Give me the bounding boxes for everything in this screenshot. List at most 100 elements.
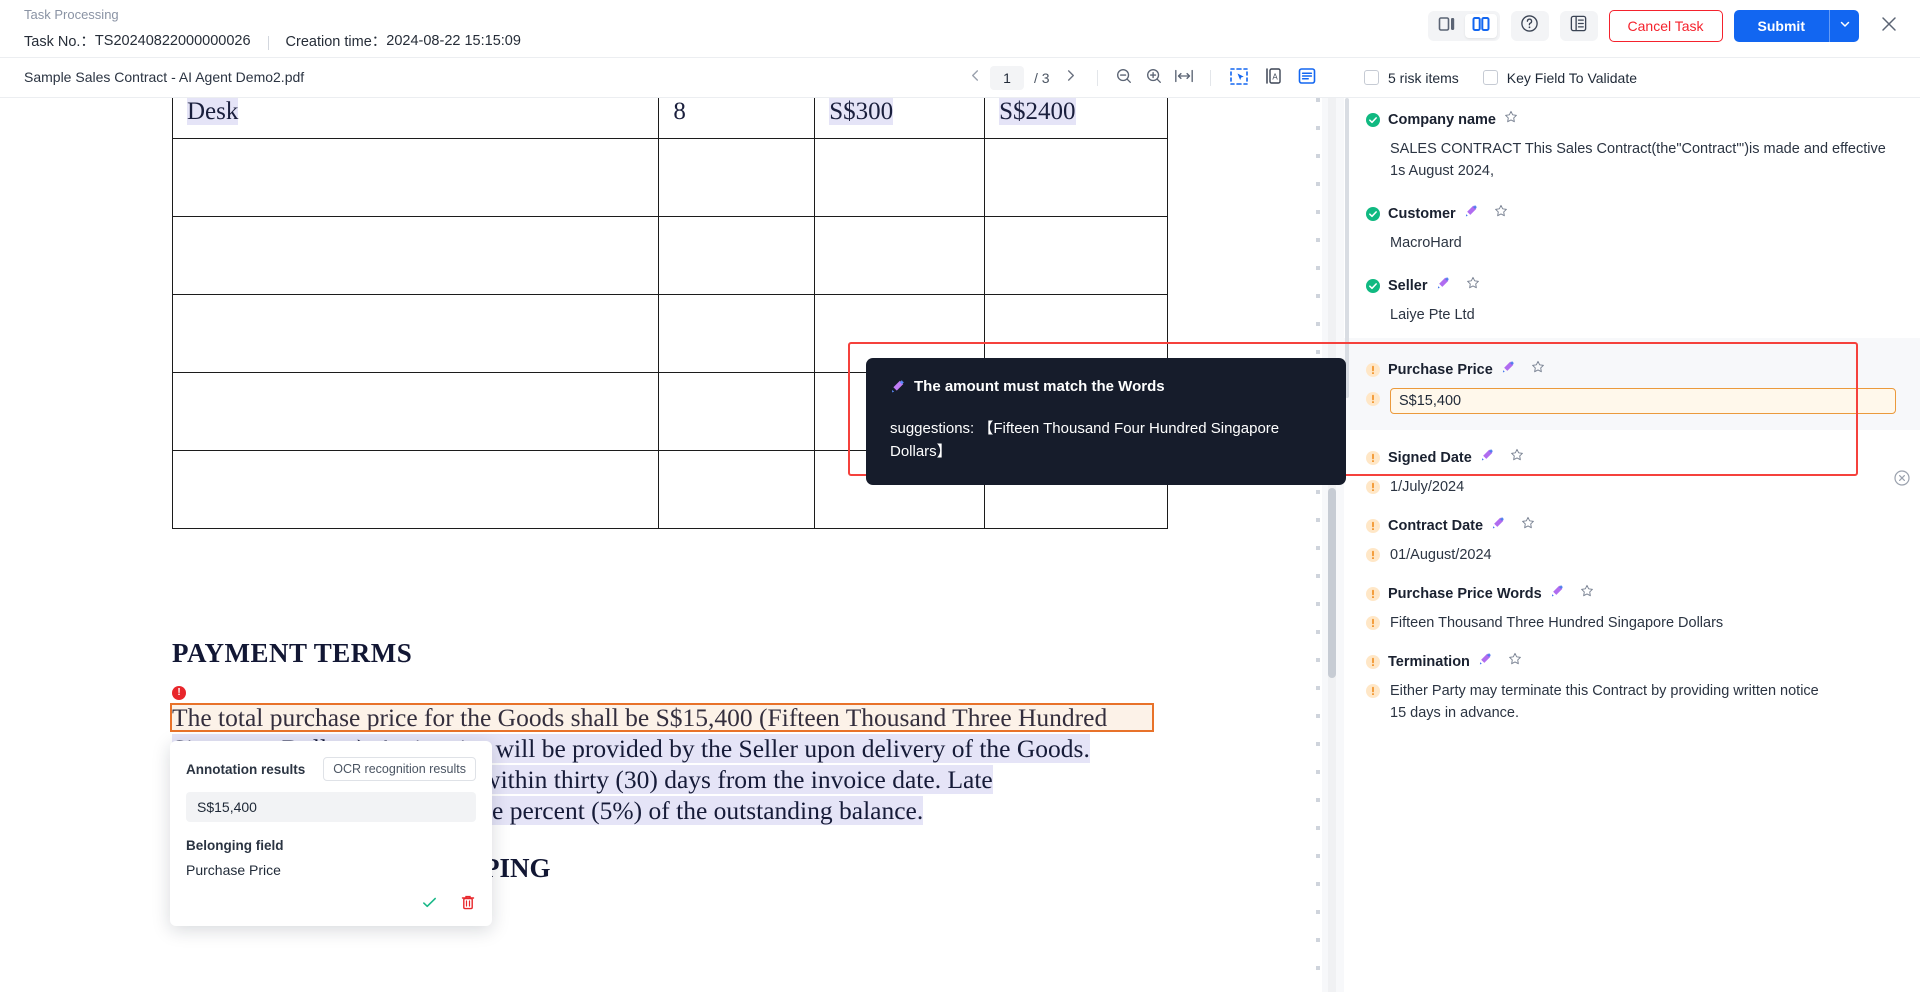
right-panel-header: 5 risk items Key Field To Validate bbox=[1344, 58, 1920, 98]
risk-items-label: 5 risk items bbox=[1388, 69, 1459, 86]
breadcrumb: Task Processing bbox=[24, 7, 119, 22]
star-outline-icon[interactable] bbox=[1504, 110, 1518, 129]
close-button[interactable] bbox=[1876, 13, 1902, 39]
prev-page-button[interactable] bbox=[960, 64, 990, 92]
app-header: Task Processing Task No.： TS202408220000… bbox=[0, 0, 1920, 58]
help-button[interactable] bbox=[1510, 11, 1549, 41]
field-header: Purchase Price Words bbox=[1366, 584, 1896, 603]
extraction-fields-panel[interactable]: Company name SALES CONTRACT This Sales C… bbox=[1344, 98, 1920, 992]
viewer-scrollbar-thumb[interactable] bbox=[1328, 488, 1336, 678]
text-recognize-button[interactable]: A bbox=[1256, 64, 1290, 92]
cancel-task-button[interactable]: Cancel Task bbox=[1608, 10, 1723, 42]
fit-width-button[interactable] bbox=[1169, 64, 1199, 92]
field-company-name[interactable]: Company name SALES CONTRACT This Sales C… bbox=[1344, 98, 1920, 182]
field-value-row: 01/August/2024 bbox=[1366, 544, 1896, 566]
star-outline-icon[interactable] bbox=[1580, 584, 1594, 603]
ai-magic-icon[interactable] bbox=[1550, 584, 1564, 603]
collapse-panel-button[interactable] bbox=[1892, 469, 1912, 490]
next-page-button[interactable] bbox=[1056, 64, 1086, 92]
delete-annotation-button[interactable] bbox=[460, 894, 476, 916]
field-value[interactable]: 1/July/2024 bbox=[1390, 476, 1464, 498]
zoom-out-icon bbox=[1115, 67, 1133, 90]
field-termination[interactable]: Termination Either Party may terminate t… bbox=[1344, 634, 1920, 724]
ai-magic-icon[interactable] bbox=[1501, 360, 1515, 379]
layout-split-button[interactable] bbox=[1464, 14, 1497, 38]
status-ok-icon bbox=[1366, 206, 1380, 221]
toolbar-divider bbox=[1096, 70, 1098, 86]
field-header: Purchase Price bbox=[1366, 360, 1896, 379]
star-outline-icon[interactable] bbox=[1521, 516, 1535, 535]
paragraph-line: The total purchase price for the Goods s… bbox=[172, 703, 1108, 732]
grid-panel-button[interactable] bbox=[1559, 11, 1598, 41]
ai-magic-icon[interactable] bbox=[1480, 448, 1494, 467]
status-warn-icon bbox=[1366, 392, 1380, 406]
ai-magic-icon[interactable] bbox=[1491, 516, 1505, 535]
field-purchase-price-words[interactable]: Purchase Price Words Fifteen Thousand Th… bbox=[1344, 566, 1920, 634]
panel-toggle-button[interactable] bbox=[1290, 64, 1324, 92]
layout-single-icon bbox=[1438, 16, 1456, 37]
risk-items-checkbox[interactable]: 5 risk items bbox=[1364, 70, 1459, 86]
field-value[interactable]: SALES CONTRACT This Sales Contract(the"C… bbox=[1390, 138, 1896, 182]
close-icon bbox=[1879, 14, 1899, 39]
star-outline-icon[interactable] bbox=[1494, 204, 1508, 223]
cell-unit-price: S$300 bbox=[829, 98, 894, 125]
field-seller[interactable]: Seller Laiye Pte Ltd bbox=[1344, 254, 1920, 326]
inline-error-badge[interactable]: ! bbox=[172, 686, 186, 700]
cell-item: Desk bbox=[187, 98, 239, 125]
star-outline-icon[interactable] bbox=[1508, 652, 1522, 671]
key-field-label: Key Field To Validate bbox=[1506, 69, 1638, 86]
submit-button[interactable]: Submit bbox=[1733, 10, 1829, 42]
tooltip-header: The amount must match the Words bbox=[890, 378, 1322, 398]
zoom-out-button[interactable] bbox=[1109, 64, 1139, 92]
status-ok-icon bbox=[1366, 112, 1380, 127]
field-signed-date[interactable]: Signed Date 1/July/2024 bbox=[1344, 430, 1920, 498]
field-value[interactable]: MacroHard bbox=[1390, 232, 1896, 254]
table-row bbox=[171, 215, 1168, 295]
pdf-toolbar: Sample Sales Contract - AI Agent Demo2.p… bbox=[0, 58, 1344, 98]
field-contract-date[interactable]: Contract Date 01/August/2024 bbox=[1344, 498, 1920, 566]
annotation-value-input[interactable]: S$15,400 bbox=[186, 792, 476, 822]
svg-text:A: A bbox=[1272, 72, 1278, 81]
star-outline-icon[interactable] bbox=[1510, 448, 1524, 467]
ai-magic-icon[interactable] bbox=[1464, 204, 1478, 223]
key-field-checkbox[interactable]: Key Field To Validate bbox=[1482, 69, 1638, 86]
cell-total: S$2400 bbox=[999, 98, 1076, 125]
status-warn-icon bbox=[1366, 616, 1380, 630]
panel-toggle-icon bbox=[1297, 66, 1317, 91]
status-warn-icon bbox=[1366, 362, 1380, 377]
pdf-tool-group: 1 / 3 A bbox=[960, 64, 1324, 92]
ai-magic-icon[interactable] bbox=[1436, 276, 1450, 295]
field-value[interactable]: Fifteen Thousand Three Hundred Singapore… bbox=[1390, 612, 1723, 634]
select-region-button[interactable] bbox=[1222, 64, 1256, 92]
star-outline-icon[interactable] bbox=[1466, 276, 1480, 295]
confirm-annotation-button[interactable] bbox=[421, 894, 438, 916]
page-number-input[interactable]: 1 bbox=[990, 66, 1024, 90]
submit-dropdown-button[interactable] bbox=[1829, 10, 1859, 42]
field-label: Customer bbox=[1388, 205, 1456, 222]
ocr-results-button[interactable]: OCR recognition results bbox=[323, 757, 476, 781]
layout-single-button[interactable] bbox=[1431, 14, 1463, 38]
submit-group: Submit bbox=[1733, 10, 1859, 42]
cell-qty: 8 bbox=[673, 98, 686, 125]
field-header: Seller bbox=[1366, 276, 1896, 295]
annotation-popup[interactable]: Annotation results OCR recognition resul… bbox=[170, 741, 492, 926]
pdf-viewer[interactable]: Desk 8 S$300 S$2400 PAYMENT TERMS ! The … bbox=[0, 98, 1344, 992]
ai-magic-icon[interactable] bbox=[1478, 652, 1492, 671]
field-purchase-price[interactable]: Purchase Price S$15,400 bbox=[1344, 338, 1920, 430]
layout-mode-switch[interactable] bbox=[1427, 11, 1500, 41]
zoom-in-button[interactable] bbox=[1139, 64, 1169, 92]
meta-divider bbox=[267, 35, 269, 50]
right-panel-scrollbar-thumb[interactable] bbox=[1345, 98, 1349, 398]
field-value[interactable]: Laiye Pte Ltd bbox=[1390, 304, 1896, 326]
field-label: Purchase Price Words bbox=[1388, 585, 1542, 602]
purchase-price-input[interactable]: S$15,400 bbox=[1390, 388, 1896, 414]
field-value[interactable]: 01/August/2024 bbox=[1390, 544, 1492, 566]
chevron-down-icon bbox=[1839, 17, 1851, 35]
grid-panel-icon bbox=[1569, 14, 1588, 38]
field-value-row: Fifteen Thousand Three Hundred Singapore… bbox=[1366, 612, 1896, 634]
star-outline-icon[interactable] bbox=[1531, 360, 1545, 379]
field-value[interactable]: Either Party may terminate this Contract… bbox=[1390, 680, 1826, 724]
page-marker-rail bbox=[1316, 98, 1320, 992]
trash-icon bbox=[460, 895, 476, 915]
field-customer[interactable]: Customer MacroHard bbox=[1344, 182, 1920, 254]
